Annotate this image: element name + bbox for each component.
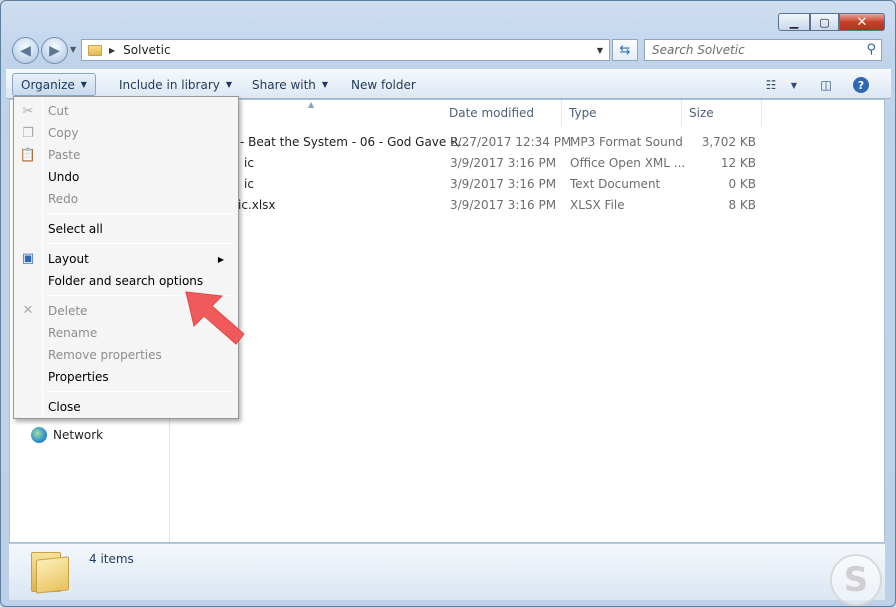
file-date: 3/9/2017 3:16 PM [450,156,557,170]
menu-item-undo[interactable]: Undo [48,167,79,187]
menu-item-paste[interactable]: Paste [48,145,80,165]
file-name[interactable]: - Beat the System - 06 - God Gave R... [240,132,469,152]
chevron-down-icon: ▼ [80,80,87,89]
maximize-button[interactable]: ▢ [810,13,839,31]
breadcrumb-separator-icon[interactable]: ▶ [109,46,115,55]
pointer-arrow-annotation [185,291,245,345]
menu-separator [46,243,234,244]
command-bar: Organize ▼ Include in library ▼ Share with… [6,69,891,99]
preview-pane-icon: ◫ [820,78,832,92]
close-window-button[interactable]: ✕ [839,13,885,31]
view-dropdown-button[interactable]: ▼ [787,75,801,95]
submenu-arrow-icon: ▶ [217,254,224,264]
details-pane: 4 items [9,543,885,600]
network-icon [31,427,47,443]
menu-item-redo[interactable]: Redo [48,189,78,209]
watermark-logo: S [830,554,882,606]
file-name[interactable]: ic [244,153,254,173]
file-name[interactable]: ic [244,174,254,194]
menu-separator [46,213,234,214]
menu-item-remove-properties[interactable]: Remove properties [48,345,162,365]
paste-icon: 📋 [19,147,37,163]
folder-icon [31,552,69,594]
file-size: 3,702 KB [701,135,756,149]
new-folder-button[interactable]: New folder [343,73,424,96]
chevron-down-icon: ▼ [321,80,329,89]
organize-menu: ✂ Cut ❐ Copy 📋 Paste Undo Redo Select al… [13,96,239,419]
delete-icon: ✕ [22,302,34,318]
menu-item-select-all[interactable]: Select all [48,219,103,239]
file-size: 12 KB [720,156,756,170]
address-dropdown-icon[interactable]: ▼ [597,46,603,55]
column-size[interactable]: Size [682,100,762,126]
copy-icon: ❐ [22,125,34,141]
maximize-icon: ▢ [819,15,830,29]
minimize-button[interactable]: ▁ [778,13,810,31]
details-view-icon: ☷ [765,78,777,92]
search-input[interactable]: Search Solvetic ⚲ [644,39,882,61]
file-date: 3/9/2017 3:16 PM [450,177,557,191]
file-type: XLSX File [570,198,625,212]
close-icon: ✕ [856,14,868,30]
menu-item-copy[interactable]: Copy [48,123,78,143]
menu-item-rename[interactable]: Rename [48,323,97,343]
file-size: 0 KB [728,177,756,191]
menu-item-label: Layout [48,252,89,266]
column-label: Size [689,106,714,120]
organize-label: Organize [21,77,75,92]
file-date: 3/9/2017 3:16 PM [450,198,557,212]
include-in-library-button[interactable]: Include in library ▼ [111,73,240,96]
menu-separator [46,391,234,392]
arrow-left-icon: ◀ [20,42,31,59]
cut-icon: ✂ [22,103,34,119]
view-options-button[interactable]: ☷ [762,75,780,95]
menu-item-close[interactable]: Close [48,397,81,417]
file-type: Text Document [570,177,661,191]
arrow-right-icon: ▶ [49,42,60,59]
preview-pane-button[interactable]: ◫ [817,75,835,95]
share-with-label: Share with [252,77,316,92]
breadcrumb-location[interactable]: Solvetic [123,43,170,57]
refresh-button[interactable]: ⇆ [612,39,638,61]
file-size: 8 KB [728,198,756,212]
item-count: 4 items [89,552,134,566]
help-icon: ? [853,77,869,93]
column-date-modified[interactable]: Date modified [442,100,562,126]
column-label: Type [569,106,597,120]
search-placeholder: Search Solvetic [652,43,745,57]
back-button[interactable]: ◀ [12,37,39,64]
recent-pages-dropdown[interactable]: ▼ [70,45,76,54]
menu-item-properties[interactable]: Properties [48,367,109,387]
file-date: 2/27/2017 12:34 PM [450,135,572,149]
nav-item-label: Network [53,428,104,442]
refresh-icon: ⇆ [619,42,631,58]
sort-arrow-icon: ▲ [308,100,315,109]
chevron-down-icon: ▼ [225,80,233,89]
file-type: MP3 Format Sound [570,135,683,149]
layout-icon: ▣ [21,250,35,266]
menu-item-delete[interactable]: Delete [48,301,87,321]
organize-button[interactable]: Organize ▼ [12,73,96,96]
caption-buttons: ▁ ▢ ✕ [778,13,885,31]
minimize-icon: ▁ [789,15,799,29]
menu-item-layout[interactable]: Layout ▶ [48,249,234,269]
help-button[interactable]: ? [851,75,871,95]
folder-icon [88,44,102,56]
file-type: Office Open XML ... [570,156,686,170]
share-with-button[interactable]: Share with ▼ [244,73,336,96]
nav-item-network[interactable]: Network [31,427,103,443]
address-bar[interactable]: ▶ Solvetic ▼ [81,39,610,61]
new-folder-label: New folder [351,77,416,92]
chevron-down-icon: ▼ [790,80,798,90]
column-label: Date modified [449,106,535,120]
menu-item-cut[interactable]: Cut [48,101,69,121]
file-name[interactable]: ic.xlsx [238,195,276,215]
column-type[interactable]: Type [562,100,682,126]
search-icon[interactable]: ⚲ [866,42,876,57]
forward-button[interactable]: ▶ [41,37,68,64]
include-in-library-label: Include in library [119,77,220,92]
